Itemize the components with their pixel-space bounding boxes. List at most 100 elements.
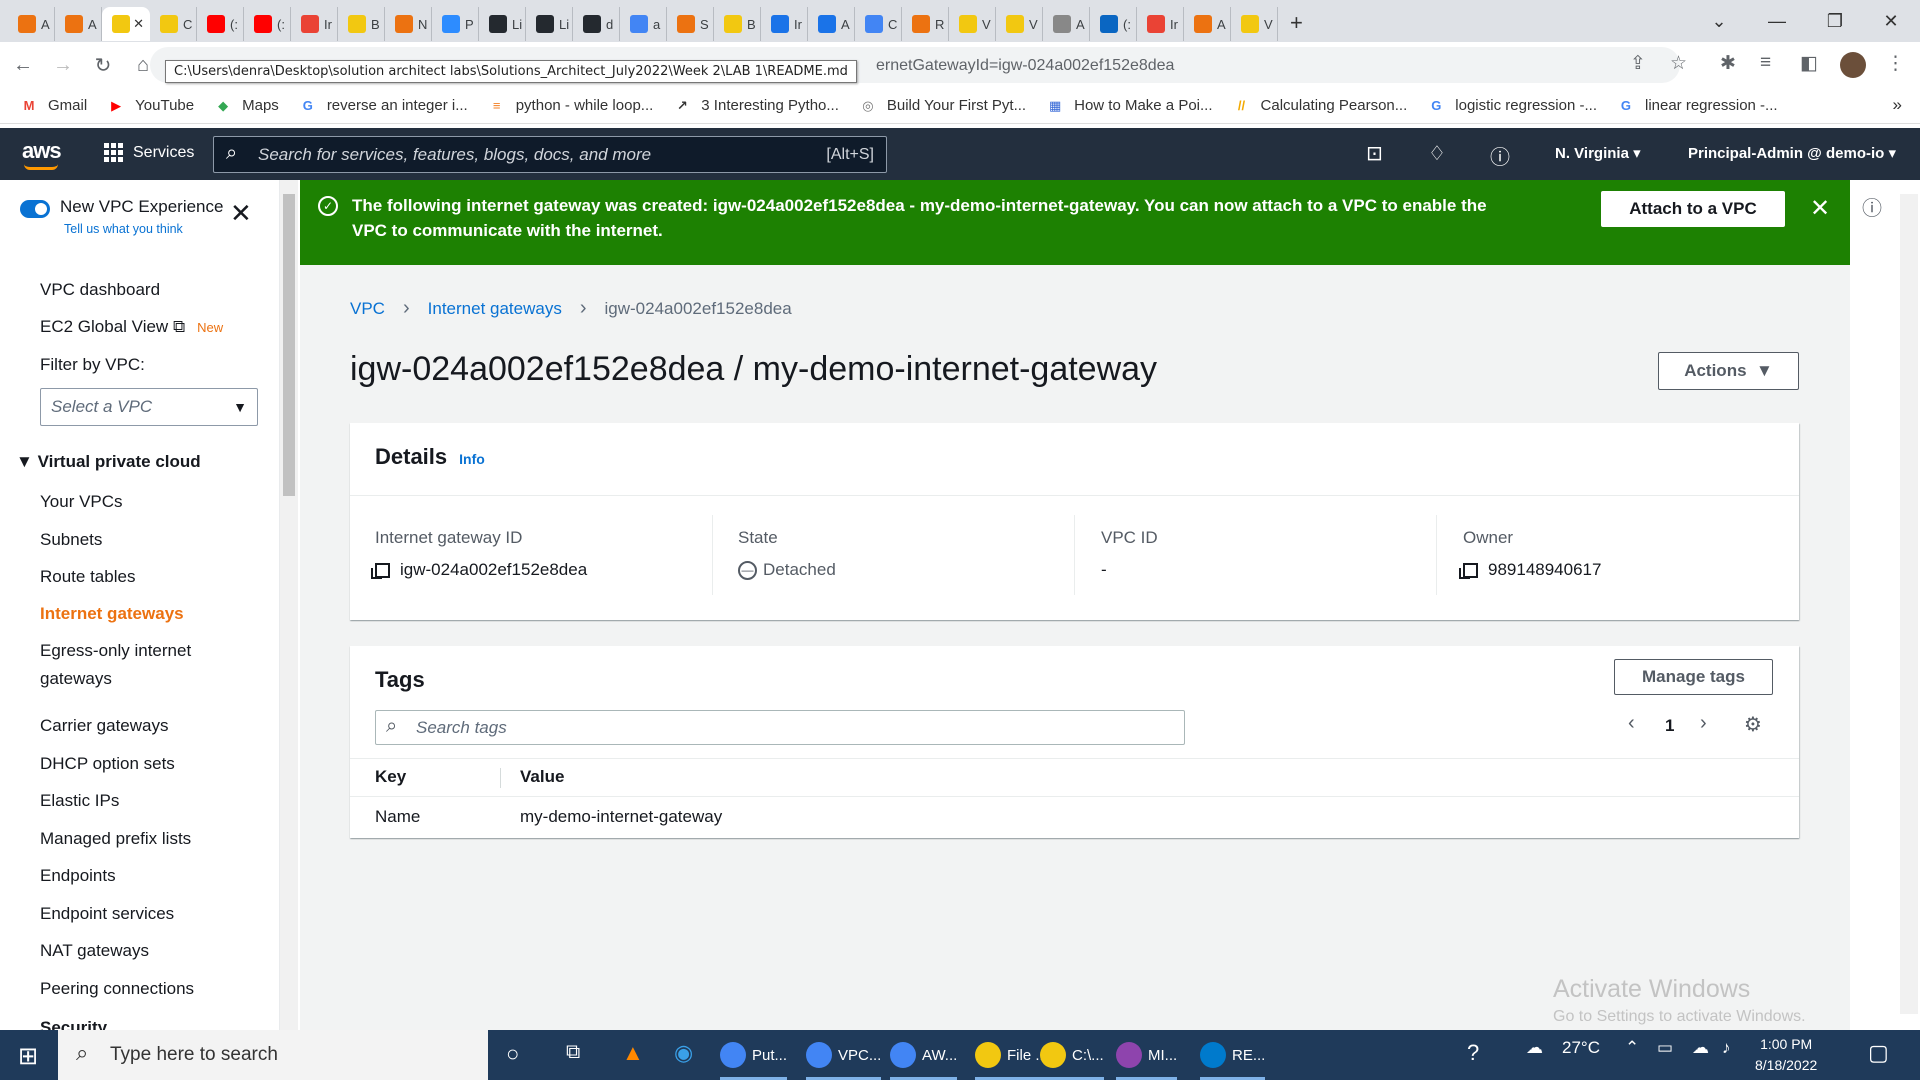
services-menu[interactable]: Services: [104, 143, 194, 162]
bookmark-item[interactable]: Greverse an integer i...: [299, 97, 468, 115]
tab-search-icon[interactable]: ⌄: [1690, 0, 1748, 42]
bookmark-item[interactable]: M Gmail: [20, 97, 88, 115]
sidebar-item-managed-prefix-lists[interactable]: Managed prefix lists: [40, 829, 191, 849]
sidebar-item-endpoint-services[interactable]: Endpoint services: [40, 904, 174, 924]
taskbar-app[interactable]: AW...: [890, 1036, 958, 1080]
manage-tags-button[interactable]: Manage tags: [1614, 659, 1773, 695]
previous-page-icon[interactable]: ‹: [1628, 712, 1635, 735]
sidebar-scrollbar-thumb[interactable]: [283, 194, 295, 496]
browser-tab[interactable]: C: [150, 7, 197, 41]
browser-tab[interactable]: Ir: [1137, 7, 1184, 41]
next-page-icon[interactable]: ›: [1700, 712, 1707, 735]
page-number[interactable]: 1: [1665, 716, 1674, 736]
browser-tab[interactable]: Li: [526, 7, 573, 41]
cortana-icon[interactable]: ○: [506, 1041, 519, 1067]
bookmark-item[interactable]: Glogistic regression -...: [1427, 97, 1597, 115]
profile-avatar[interactable]: [1840, 52, 1866, 78]
copy-icon[interactable]: [371, 562, 390, 579]
sidebar-item-endpoints[interactable]: Endpoints: [40, 866, 116, 886]
aws-logo[interactable]: aws: [22, 138, 62, 164]
sidebar-item-elastic-ips[interactable]: Elastic IPs: [40, 791, 119, 811]
browser-tab[interactable]: (:: [197, 7, 244, 41]
browser-tab[interactable]: A: [1184, 7, 1231, 41]
edge-icon[interactable]: ◉: [674, 1040, 693, 1066]
forward-icon[interactable]: →: [46, 48, 80, 82]
bookmark-item[interactable]: ◆ Maps: [214, 97, 279, 115]
taskbar-search-input[interactable]: ⌕ Type here to search: [58, 1030, 488, 1080]
browser-tab[interactable]: d: [573, 7, 620, 41]
help-icon[interactable]: ?: [1467, 1040, 1479, 1066]
bookmark-star-icon[interactable]: ☆: [1670, 52, 1687, 75]
browser-tab[interactable]: B: [714, 7, 761, 41]
new-vpc-experience-toggle[interactable]: [20, 200, 50, 218]
help-icon[interactable]: ⓘ: [1490, 141, 1510, 170]
browser-tab[interactable]: ✕: [102, 7, 150, 41]
page-scrollbar[interactable]: [1900, 194, 1918, 1014]
taskbar-app[interactable]: Put...: [720, 1036, 788, 1080]
bookmark-item[interactable]: Glinear regression -...: [1617, 97, 1778, 115]
sidebar-item-carrier-gateways[interactable]: Carrier gateways: [40, 716, 169, 736]
task-view-icon[interactable]: ⧉: [566, 1041, 580, 1064]
taskbar-app[interactable]: MI...: [1116, 1036, 1178, 1080]
browser-tab[interactable]: R: [902, 7, 949, 41]
weather-icon[interactable]: ☁: [1526, 1038, 1543, 1058]
browser-tab[interactable]: A: [1043, 7, 1090, 41]
bookmark-item[interactable]: ◎ Build Your First Pyt...: [859, 97, 1026, 115]
feedback-link[interactable]: Tell us what you think: [64, 222, 183, 236]
browser-tab[interactable]: A: [55, 7, 102, 41]
browser-tab[interactable]: A: [808, 7, 855, 41]
browser-tab[interactable]: V: [996, 7, 1043, 41]
breadcrumb-internet-gateways[interactable]: Internet gateways: [428, 299, 562, 319]
browser-tab[interactable]: P: [432, 7, 479, 41]
new-tab-button[interactable]: +: [1290, 10, 1303, 36]
side-panel-icon[interactable]: ◧: [1800, 52, 1818, 75]
actions-button[interactable]: Actions ▼: [1658, 352, 1799, 390]
vpc-filter-select[interactable]: Select a VPC ▼: [40, 388, 258, 426]
reading-list-icon[interactable]: ≡: [1760, 52, 1771, 74]
cloudshell-icon[interactable]: ⊡: [1366, 141, 1383, 166]
bookmark-item[interactable]: ≡ python - while loop...: [488, 97, 653, 115]
sidebar-item-egress-only-internet-gateways[interactable]: Egress-only internet gateways: [40, 637, 240, 693]
browser-tab[interactable]: C: [855, 7, 902, 41]
onedrive-icon[interactable]: ☁: [1692, 1038, 1709, 1058]
attach-to-vpc-button[interactable]: Attach to a VPC: [1601, 191, 1785, 227]
browser-tab[interactable]: a: [620, 7, 667, 41]
browser-tab[interactable]: Ir: [761, 7, 808, 41]
volume-icon[interactable]: ♪: [1722, 1038, 1731, 1058]
sidebar-item-peering-connections[interactable]: Peering connections: [40, 979, 194, 999]
bookmark-item[interactable]: ▶ YouTube: [107, 97, 194, 115]
sidebar-item-your-vpcs[interactable]: Your VPCs: [40, 492, 123, 512]
maximize-button[interactable]: ❐: [1806, 0, 1864, 42]
browser-tab[interactable]: A: [8, 7, 55, 41]
taskbar-app[interactable]: RE...: [1200, 1036, 1266, 1080]
reload-icon[interactable]: ↻: [86, 48, 120, 82]
sidebar-item-subnets[interactable]: Subnets: [40, 530, 102, 550]
section-virtual-private-cloud[interactable]: ▼ Virtual private cloud: [16, 452, 201, 472]
system-clock[interactable]: 1:00 PM 8/18/2022: [1755, 1034, 1817, 1076]
bookmark-item[interactable]: ↗ 3 Interesting Pytho...: [673, 97, 839, 115]
more-bookmarks-icon[interactable]: »: [1893, 95, 1902, 115]
sidebar-item-route-tables[interactable]: Route tables: [40, 567, 135, 587]
browser-tab[interactable]: (:: [1090, 7, 1137, 41]
aws-search-input[interactable]: ⌕ Search for services, features, blogs, …: [213, 136, 887, 173]
column-header-value[interactable]: Value: [520, 767, 564, 787]
column-header-key[interactable]: Key: [375, 767, 406, 787]
notifications-bell-icon[interactable]: ♢: [1428, 141, 1446, 166]
breadcrumb-vpc[interactable]: VPC: [350, 299, 385, 319]
settings-gear-icon[interactable]: ⚙: [1744, 712, 1762, 737]
sidebar-section-security[interactable]: Security: [40, 1018, 107, 1030]
sidebar-item-internet-gateways[interactable]: Internet gateways: [40, 604, 184, 624]
browser-tab[interactable]: V: [1231, 7, 1278, 41]
close-sidebar-icon[interactable]: ✕: [230, 198, 252, 229]
sidebar-item-vpc-dashboard[interactable]: VPC dashboard: [40, 280, 160, 300]
taskbar-app[interactable]: C:\...: [1040, 1036, 1104, 1080]
battery-icon[interactable]: ▭: [1657, 1038, 1673, 1058]
sidebar-item-dhcp-option-sets[interactable]: DHCP option sets: [40, 754, 175, 774]
info-link[interactable]: Info: [459, 451, 485, 467]
account-menu[interactable]: Principal-Admin @ demo-io ▾: [1688, 144, 1896, 162]
browser-tab[interactable]: (:: [244, 7, 291, 41]
region-selector[interactable]: N. Virginia ▾: [1555, 144, 1641, 162]
share-icon[interactable]: ⇪: [1630, 52, 1646, 75]
minimize-button[interactable]: —: [1748, 0, 1806, 42]
bookmark-item[interactable]: // Calculating Pearson...: [1233, 97, 1407, 115]
